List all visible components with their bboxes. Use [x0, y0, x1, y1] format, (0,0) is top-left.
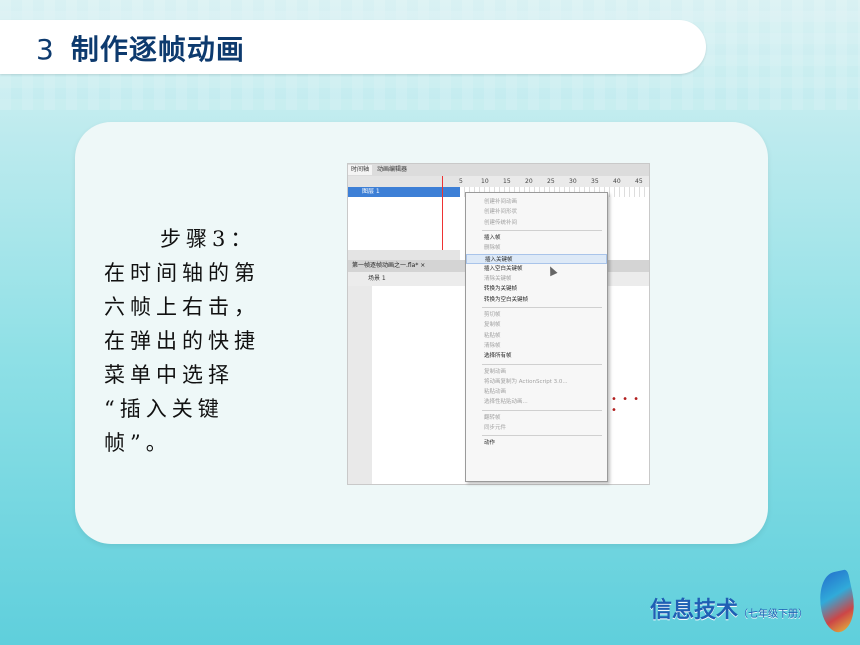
menu-item[interactable]: 粘贴动画	[466, 387, 607, 397]
ruler-tick: 25	[547, 178, 555, 185]
parrot-icon	[814, 569, 860, 635]
menu-separator	[482, 435, 602, 437]
logo-sub: （七年级下册）	[738, 609, 809, 620]
menu-item[interactable]: 插入帧	[466, 233, 607, 243]
step-line: 在弹出的快捷	[104, 329, 260, 353]
ruler-tick: 45	[635, 178, 643, 185]
menu-item[interactable]: 创建传统补间	[466, 218, 607, 228]
menu-item[interactable]: 创建补间动画	[466, 197, 607, 207]
context-menu: 创建补间动画 创建补间形状 创建传统补间 插入帧 删除帧 插入关键帧 插入空白关键帧 清除关键…	[465, 192, 608, 482]
menu-item[interactable]: 选择所有帧	[466, 351, 607, 361]
title-number: 3	[36, 33, 55, 66]
menu-item[interactable]: 清除关键帧	[466, 274, 607, 284]
menu-separator	[482, 229, 602, 231]
menu-item[interactable]: 动作	[466, 438, 607, 448]
step-line: 菜单中选择	[104, 363, 234, 387]
timeline-toolbar	[348, 250, 460, 260]
playhead[interactable]	[442, 176, 443, 256]
stage-dots: • • • •	[611, 394, 641, 416]
menu-separator	[482, 363, 602, 365]
menu-item[interactable]: 转换为关键帧	[466, 284, 607, 294]
menu-separator	[482, 307, 602, 308]
ruler-tick: 5	[459, 178, 463, 185]
menu-item[interactable]: 清除帧	[466, 341, 607, 351]
menu-item[interactable]: 同步元件	[466, 423, 607, 433]
ruler-tick: 20	[525, 178, 533, 185]
menu-item[interactable]: 插入关键帧	[466, 253, 607, 264]
menu-item[interactable]: 翻转帧	[466, 413, 607, 423]
panel-tabs: 时间轴 动画编辑器	[348, 164, 649, 176]
menu-item[interactable]: 选择性粘贴动画...	[466, 397, 607, 407]
step-line: “插入关键	[104, 397, 224, 421]
menu-item[interactable]: 插入空白关键帧	[466, 264, 607, 274]
ruler-tick: 10	[481, 178, 489, 185]
step-line: 六帧上右击，	[104, 295, 260, 319]
tools-strip	[348, 286, 372, 484]
step-description: 步骤3： 在时间轴的第 六帧上右击， 在弹出的快捷 菜单中选择 “插入关键 帧”…	[104, 222, 276, 460]
menu-separator	[482, 409, 602, 411]
step-heading: 步骤3：	[160, 227, 257, 251]
logo-main: 信息技术	[650, 598, 739, 623]
layer-header	[348, 176, 460, 187]
title-label: 制作逐帧动画	[70, 33, 245, 66]
menu-item[interactable]: 创建补间形状	[466, 207, 607, 217]
menu-item[interactable]: 将动画复制为 ActionScript 3.0...	[466, 377, 607, 387]
menu-item[interactable]: 复制动画	[466, 367, 607, 377]
tab-motion-editor[interactable]: 动画编辑器	[374, 165, 410, 175]
title-bar: 3 制作逐帧动画	[0, 20, 706, 74]
frame-ruler: 5 10 15 20 25 30 35 40 45	[459, 176, 649, 187]
menu-item[interactable]: 复制帧	[466, 320, 607, 330]
tab-timeline[interactable]: 时间轴	[348, 165, 373, 175]
page-title: 3 制作逐帧动画	[36, 28, 245, 68]
layer-row[interactable]: 图层 1	[348, 187, 460, 197]
ruler-tick: 35	[591, 178, 599, 185]
textbook-logo: 信息技术（七年级下册）	[650, 592, 808, 624]
menu-item[interactable]: 删除帧	[466, 243, 607, 253]
ruler-tick: 15	[503, 178, 511, 185]
step-line: 帧”。	[104, 431, 172, 455]
ruler-tick: 30	[569, 178, 577, 185]
menu-item[interactable]: 剪切帧	[466, 310, 607, 320]
step-line: 在时间轴的第	[104, 261, 260, 285]
menu-item[interactable]: 转换为空白关键帧	[466, 295, 607, 305]
menu-item[interactable]: 粘贴帧	[466, 331, 607, 341]
ruler-tick: 40	[613, 178, 621, 185]
